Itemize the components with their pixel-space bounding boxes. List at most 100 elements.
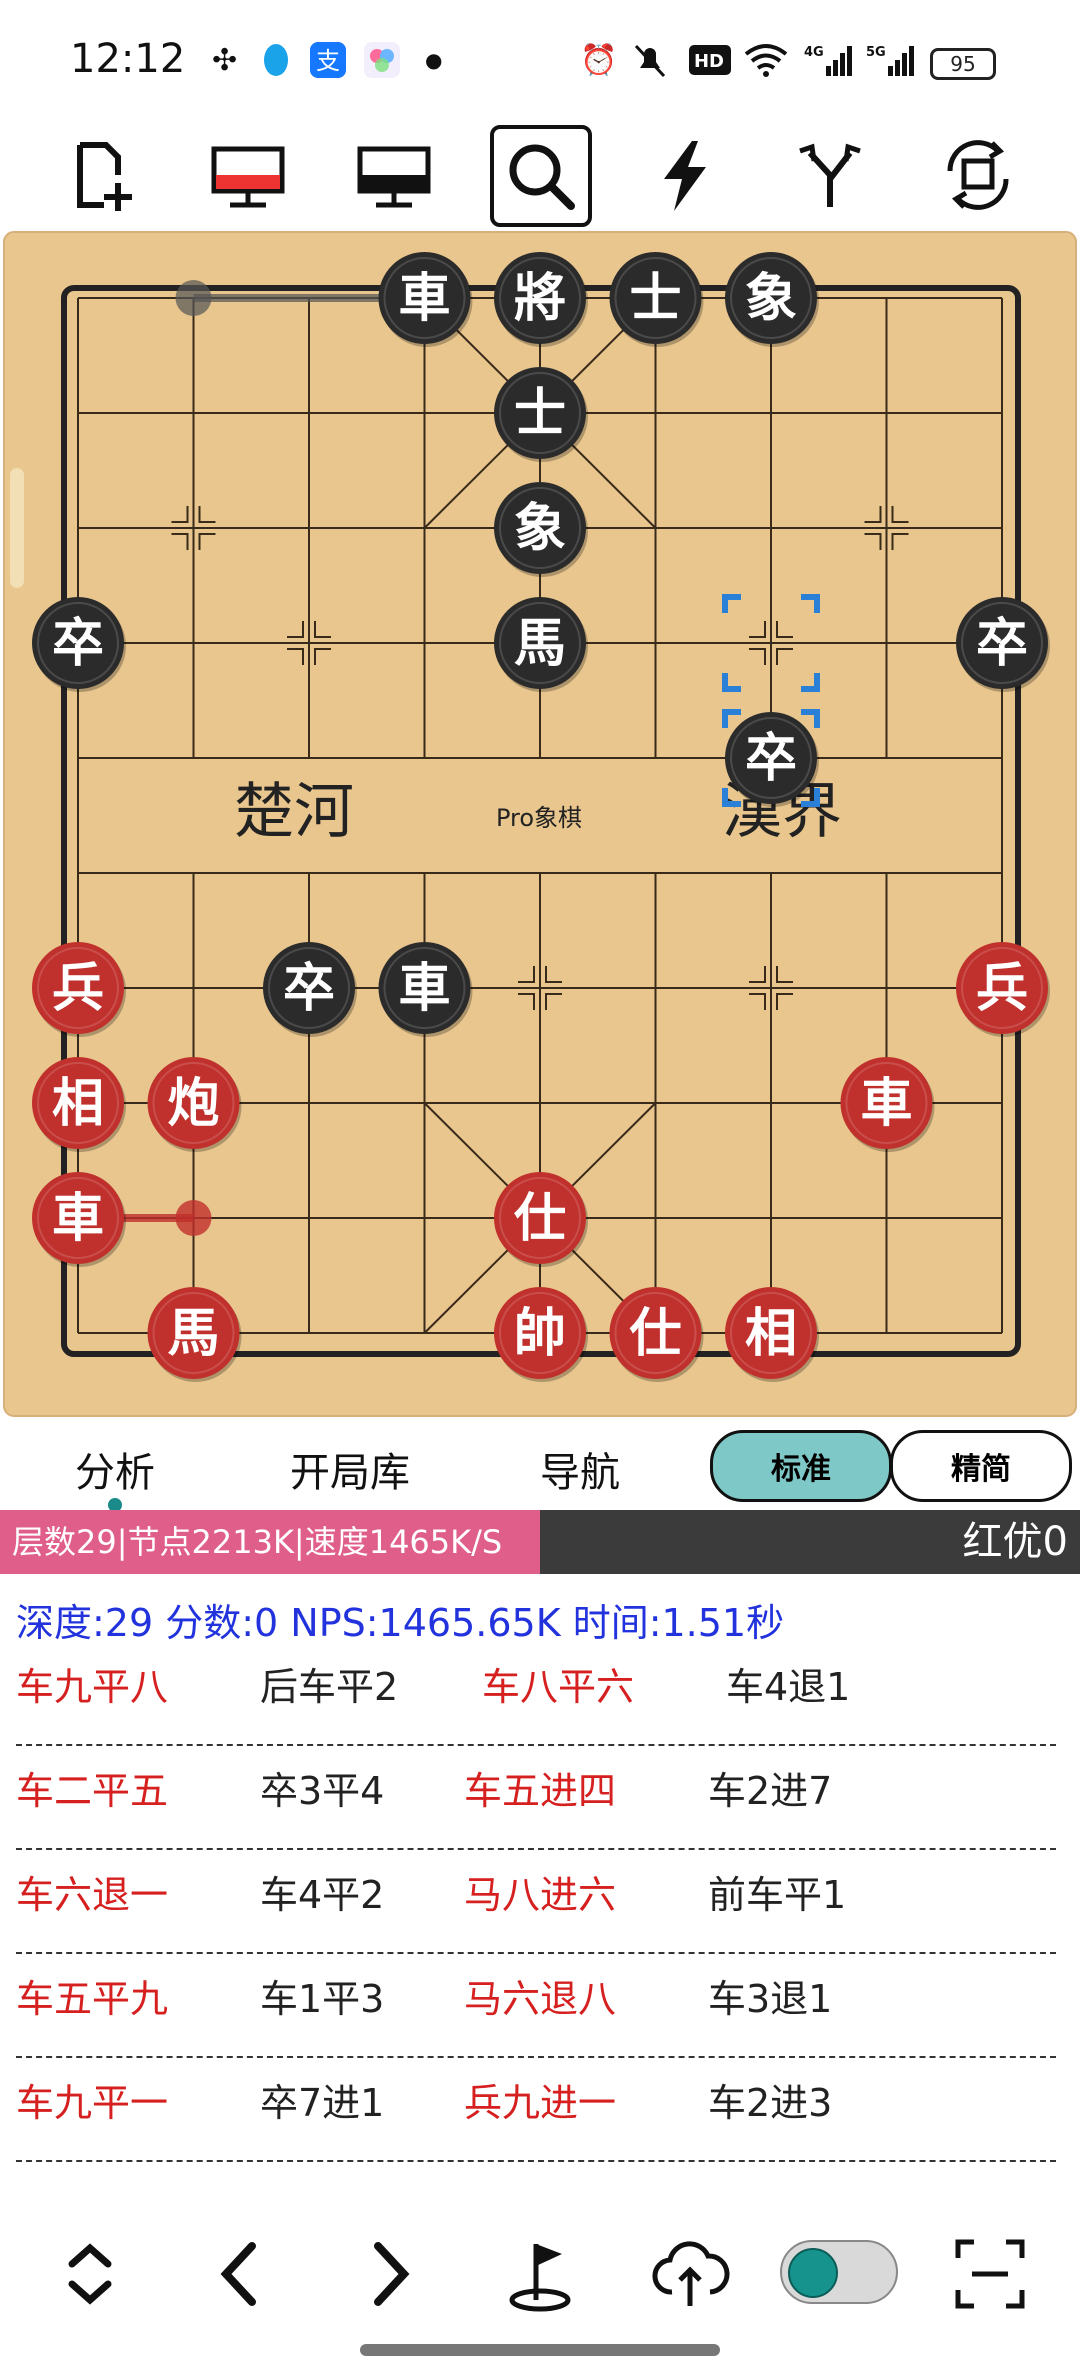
last-move-origin <box>175 280 212 316</box>
move-red[interactable]: 车五平九 <box>16 1968 168 2023</box>
tab-analysis[interactable]: 分析 <box>60 1440 170 1500</box>
expand-button[interactable] <box>40 2224 140 2324</box>
move-row[interactable]: 车二平五 卒3平4 车五进四 车2进7 <box>16 1744 1056 1850</box>
move-row[interactable]: 车六退一 车4平2 马八进六 前车平1 <box>16 1848 1056 1954</box>
svg-text:4G: 4G <box>804 45 824 60</box>
move-red[interactable]: 兵九进一 <box>464 2072 616 2127</box>
piece-label: 車 <box>398 268 450 329</box>
move-row[interactable]: 车九平八 后车平2 车八平六 车4退1 <box>16 1640 1056 1746</box>
search-icon <box>509 144 575 210</box>
cloud-upload-button[interactable] <box>640 2224 740 2324</box>
river-text-left: 楚河 <box>234 777 354 847</box>
piece-label: 卒 <box>283 958 335 1019</box>
move-black[interactable]: 车1平3 <box>260 1968 384 2023</box>
scan-icon <box>955 2239 1025 2309</box>
lightning-icon <box>664 141 706 211</box>
scan-button[interactable] <box>940 2224 1040 2324</box>
status-bar: 12:12 ✣ 支 ● ⏰ HD 4G 5G 95 <box>0 0 1080 120</box>
back-icon <box>220 2242 256 2306</box>
engine-stats: 层数29|节点2213K|速度1465K/S <box>0 1510 540 1574</box>
river-brand: Pro象棋 <box>496 804 582 832</box>
red-monitor-button[interactable] <box>198 125 298 225</box>
move-black[interactable]: 车3退1 <box>708 1968 832 2023</box>
mode-simple-button[interactable]: 精简 <box>890 1430 1072 1502</box>
qq-icon <box>258 38 294 82</box>
piece-label: 將 <box>514 268 566 329</box>
piece-label: 車 <box>398 958 450 1019</box>
rotate-board-button[interactable] <box>928 125 1028 225</box>
home-indicator[interactable] <box>360 2344 720 2356</box>
battery-indicator: 95 <box>930 48 996 80</box>
black-monitor-button[interactable] <box>344 125 444 225</box>
bottom-toolbar <box>0 2200 1080 2376</box>
piece-label: 帥 <box>514 1303 566 1364</box>
svg-text:HD: HD <box>694 51 724 72</box>
forward-icon <box>374 2242 410 2306</box>
move-red[interactable]: 车六退一 <box>16 1864 168 1919</box>
move-black[interactable]: 车4平2 <box>260 1864 384 1919</box>
hd-icon: HD <box>688 38 732 82</box>
4g-signal-icon: 4G <box>804 38 852 82</box>
dot-icon: ● <box>425 48 443 72</box>
tab-opening-book[interactable]: 开局库 <box>280 1440 420 1500</box>
move-black[interactable]: 卒7进1 <box>260 2072 384 2127</box>
red-monitor-icon <box>211 146 285 208</box>
move-black[interactable]: 前车平1 <box>708 1864 846 1919</box>
piece-label: 相 <box>745 1303 797 1364</box>
move-red[interactable]: 车九平一 <box>16 2072 168 2127</box>
mode-standard-button[interactable]: 标准 <box>710 1430 892 1502</box>
move-black[interactable]: 卒3平4 <box>260 1760 384 1815</box>
move-black[interactable]: 车2进7 <box>708 1760 832 1815</box>
wifi-icon <box>744 38 788 82</box>
alipay-icon: 支 <box>308 38 348 82</box>
rotate-board-icon <box>947 140 1009 210</box>
move-black[interactable]: 车4退1 <box>726 1656 850 1711</box>
mute-icon <box>632 38 668 82</box>
move-red[interactable]: 车八平六 <box>482 1656 634 1711</box>
piece-label: 士 <box>629 268 681 329</box>
piece-label: 車 <box>860 1073 912 1134</box>
branch-icon <box>799 143 861 207</box>
black-monitor-icon <box>357 146 431 208</box>
flag-button[interactable] <box>490 2224 590 2324</box>
flag-icon <box>509 2244 571 2312</box>
board-side-handle[interactable] <box>10 468 24 588</box>
svg-text:5G: 5G <box>866 45 886 60</box>
engine-evaluation: 红优0 <box>962 1519 1068 1565</box>
move-red[interactable]: 车二平五 <box>16 1760 168 1815</box>
piece-label: 象 <box>514 498 566 559</box>
piece-label: 卒 <box>52 613 104 674</box>
new-game-icon <box>77 142 132 211</box>
piece-label: 象 <box>745 268 797 329</box>
piece-label: 仕 <box>514 1188 566 1249</box>
lightning-button[interactable] <box>636 125 736 225</box>
move-row[interactable]: 车九平一 卒7进1 兵九进一 车2进3 <box>16 2056 1056 2162</box>
chess-board[interactable]: 楚河 Pro象棋 漢界 車將士象士象卒馬卒卒卒車兵兵相炮車車仕馬帥仕相 <box>0 228 1080 1420</box>
move-red[interactable]: 车五进四 <box>464 1760 616 1815</box>
piece-label: 士 <box>514 383 566 444</box>
toggle-knob <box>788 2248 838 2298</box>
engine-toggle[interactable] <box>780 2240 898 2304</box>
move-black[interactable]: 后车平2 <box>260 1656 398 1711</box>
alarm-icon: ⏰ <box>580 42 618 78</box>
move-red[interactable]: 车九平八 <box>16 1656 168 1711</box>
move-black[interactable]: 车2进3 <box>708 2072 832 2127</box>
forward-button[interactable] <box>340 2224 440 2324</box>
piece-label: 馬 <box>167 1303 219 1364</box>
engine-bar: 层数29|节点2213K|速度1465K/S 红优0 <box>0 1510 1080 1574</box>
piece-label: 馬 <box>514 613 566 674</box>
5g-signal-icon: 5G <box>866 38 914 82</box>
piece-label: 卒 <box>976 613 1028 674</box>
move-red[interactable]: 马六退八 <box>464 1968 616 2023</box>
move-row[interactable]: 车五平九 车1平3 马六退八 车3退1 <box>16 1952 1056 2058</box>
search-button[interactable] <box>490 125 592 227</box>
tab-navigation[interactable]: 导航 <box>530 1440 630 1500</box>
piece-label: 相 <box>52 1073 104 1134</box>
move-red[interactable]: 马八进六 <box>464 1864 616 1919</box>
new-game-button[interactable] <box>50 125 150 225</box>
board-canvas[interactable]: 楚河 Pro象棋 漢界 車將士象士象卒馬卒卒卒 車兵 兵相炮車車 仕馬帥仕相 <box>0 228 1080 1420</box>
piece-label: 炮 <box>167 1073 219 1134</box>
back-button[interactable] <box>190 2224 290 2324</box>
hint-move-target <box>175 1200 212 1236</box>
branch-button[interactable] <box>780 125 880 225</box>
